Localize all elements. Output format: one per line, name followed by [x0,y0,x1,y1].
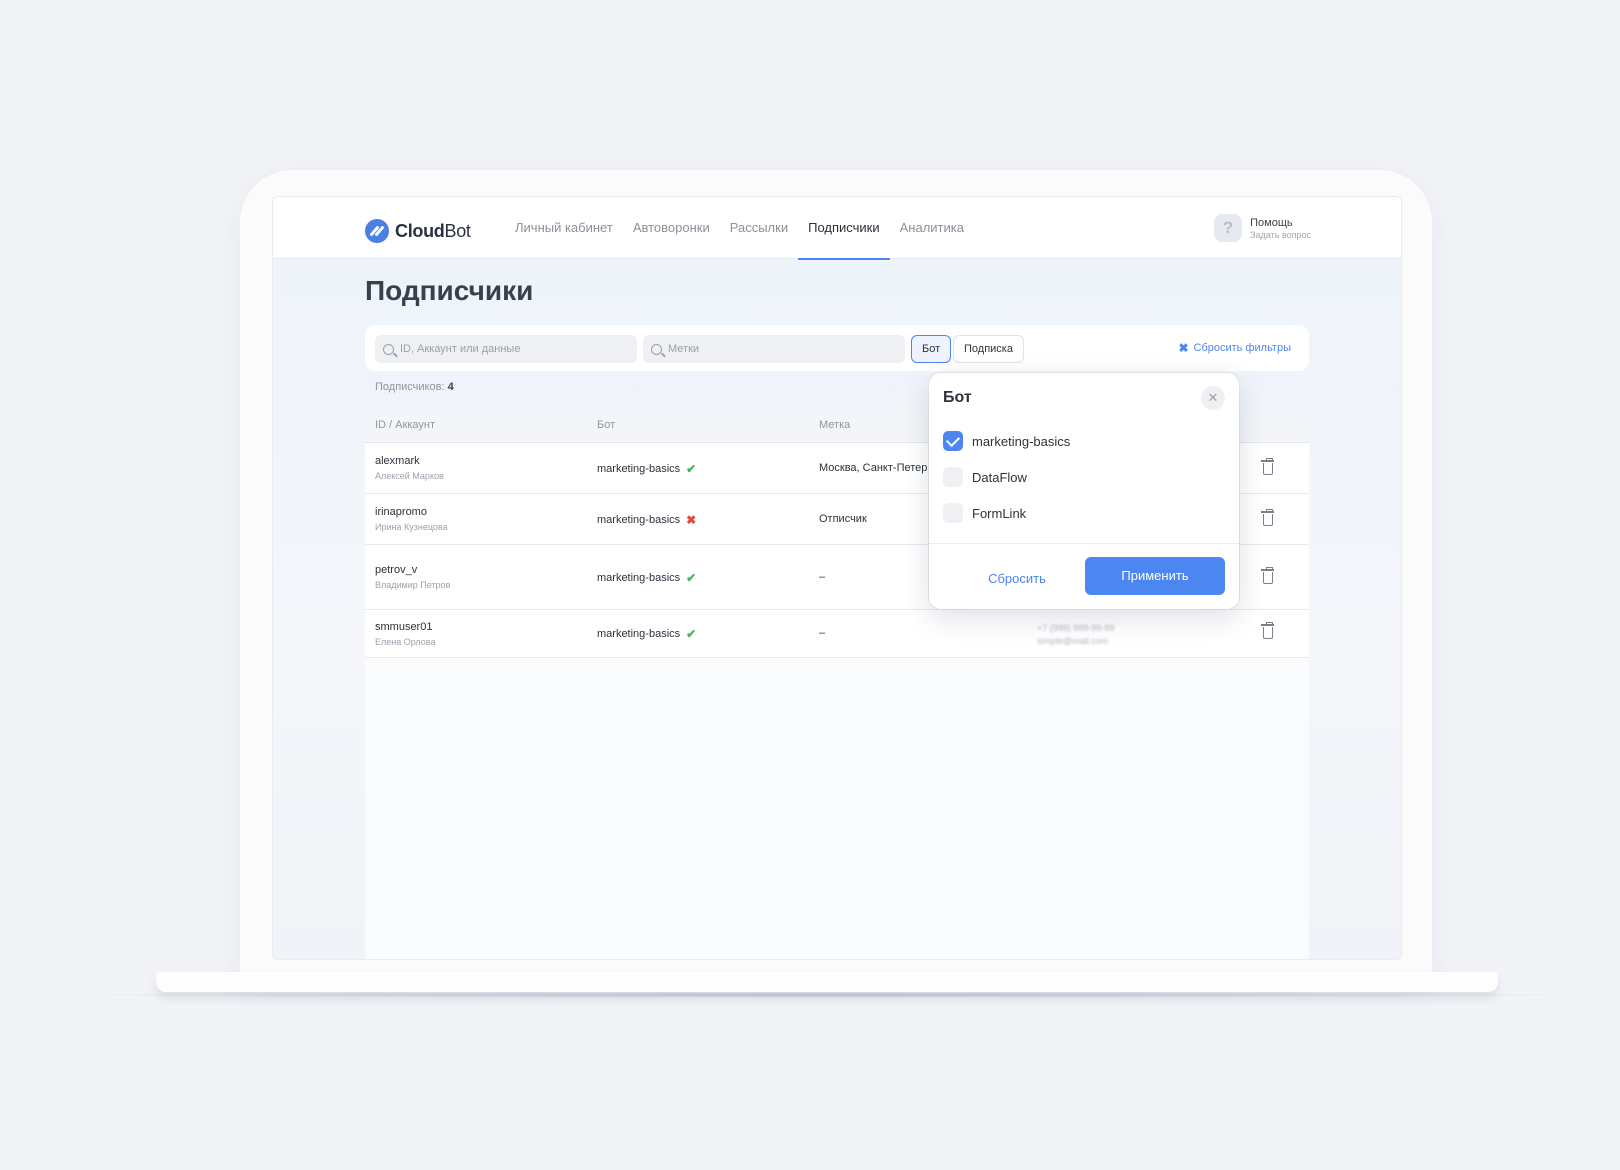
close-popup-button[interactable]: ✕ [1201,386,1225,410]
page-title: Подписчики [365,275,534,306]
account-name: Елена Орлова [375,637,436,647]
subscription-filter-chip[interactable]: Подписка [953,335,1024,363]
help-subtitle: Задать вопрос [1250,229,1311,240]
reset-filters-label: Сбросить фильтры [1193,342,1292,354]
error-x-icon: ✖ [686,513,697,527]
nav-item-subscribers[interactable]: Подписчики [798,197,890,260]
account-cell: alexmark Алексей Марков [375,455,444,481]
popup-divider [929,543,1239,544]
tag-cell: Москва, Санкт-Петер [819,462,928,474]
tag-cell: – [819,627,826,639]
logo-text-light: Bot [444,220,471,241]
search-field[interactable] [375,335,637,363]
popup-reset-button[interactable]: Сбросить [969,561,1065,597]
checkbox[interactable] [943,503,963,523]
bot-option-formlink[interactable]: FormLink [943,503,1026,523]
logo[interactable]: CloudBot [365,219,471,243]
column-header-account: ID / Аккаунт [375,419,435,431]
logo-icon [365,219,389,243]
contact-email: simple@mail.com [1037,636,1109,646]
tags-search-icon [651,343,662,355]
logo-text: CloudBot [395,221,471,242]
bot-cell: marketing-basics ✔ [597,627,696,641]
bot-cell: marketing-basics ✖ [597,513,696,527]
bot-cell: marketing-basics ✔ [597,462,696,476]
apply-button[interactable]: Применить [1085,557,1225,595]
close-icon: ✖ [1178,341,1189,355]
checkbox[interactable] [943,467,963,487]
help-title: Помощь [1250,216,1293,229]
contact-phone: +7 (999) 999-99-99 [1037,623,1115,633]
nav-item-autofunnels[interactable]: Автоворонки [623,197,720,259]
trash-icon[interactable] [1261,622,1274,639]
bot-option-marketing-basics[interactable]: marketing-basics [943,431,1070,451]
account-id: irinapromo [375,506,427,518]
subscriber-count-label: Подписчиков: [375,381,445,393]
search-input[interactable] [400,343,637,355]
bot-name: marketing-basics [597,628,681,640]
bot-name: marketing-basics [597,572,681,584]
tags-input[interactable] [668,343,905,355]
account-cell: smmuser01 Елена Орлова [375,621,435,647]
account-name: Алексей Марков [375,471,444,481]
trash-icon[interactable] [1261,509,1274,526]
close-icon: ✕ [1207,390,1219,405]
filter-bar: Бот Подписка ✖ Сбросить фильтры [365,325,1309,371]
check-icon: ✔ [686,627,697,641]
account-id: alexmark [375,455,420,467]
top-navigation-bar: CloudBot Личный кабинет Автоворонки Расс… [273,197,1401,260]
check-icon: ✔ [686,462,697,476]
nav-item-mailings[interactable]: Рассылки [720,197,798,259]
tag-cell: Отписчик [819,513,867,525]
trash-icon[interactable] [1261,567,1274,584]
laptop-shadow [40,992,1620,998]
account-id: smmuser01 [375,621,433,633]
option-label: FormLink [972,505,1027,521]
tag-cell: – [819,571,826,583]
option-label: DataFlow [972,469,1027,485]
subscriber-count-value: 4 [447,381,454,393]
bot-name: marketing-basics [597,514,681,526]
bot-name: marketing-basics [597,463,681,475]
account-cell: irinapromo Ирина Кузнецова [375,506,448,532]
nav-item-cabinet[interactable]: Личный кабинет [505,197,623,259]
subscriber-count: Подписчиков: 4 [375,381,454,393]
check-icon: ✔ [686,571,697,585]
account-name: Владимир Петров [375,580,451,590]
help-icon: ? [1214,214,1243,242]
bot-filter-chip[interactable]: Бот [911,335,952,363]
account-cell: petrov_v Владимир Петров [375,564,450,590]
search-icon [383,343,394,355]
popup-title: Бот [943,389,972,406]
nav-item-analytics[interactable]: Аналитика [890,197,974,259]
table-row[interactable]: smmuser01 Елена Орлова marketing-basics … [365,610,1309,658]
option-label: marketing-basics [972,433,1071,449]
account-name: Ирина Кузнецова [375,522,448,532]
app-screen: CloudBot Личный кабинет Автоворонки Расс… [272,196,1402,960]
logo-text-bold: Cloud [395,220,445,241]
help-button[interactable]: ? Помощь Задать вопрос [1214,214,1311,242]
column-header-tag: Метка [819,419,851,431]
bot-filter-popup: Бот ✕ marketing-basics DataFlow FormLink… [929,373,1239,609]
bot-option-dataflow[interactable]: DataFlow [943,467,1027,487]
main-nav: Личный кабинет Автоворонки Рассылки Подп… [505,197,974,260]
contact-cell: +7 (999) 999-99-99 simple@mail.com [1037,622,1114,648]
bot-cell: marketing-basics ✔ [597,571,696,585]
trash-icon[interactable] [1261,458,1274,475]
tags-field[interactable] [643,335,905,363]
checkbox-checked[interactable] [943,431,963,451]
column-header-bot: Бот [597,419,616,431]
laptop-base [156,972,1498,992]
account-id: petrov_v [375,564,418,576]
reset-filters-button[interactable]: ✖ Сбросить фильтры [1178,341,1291,355]
